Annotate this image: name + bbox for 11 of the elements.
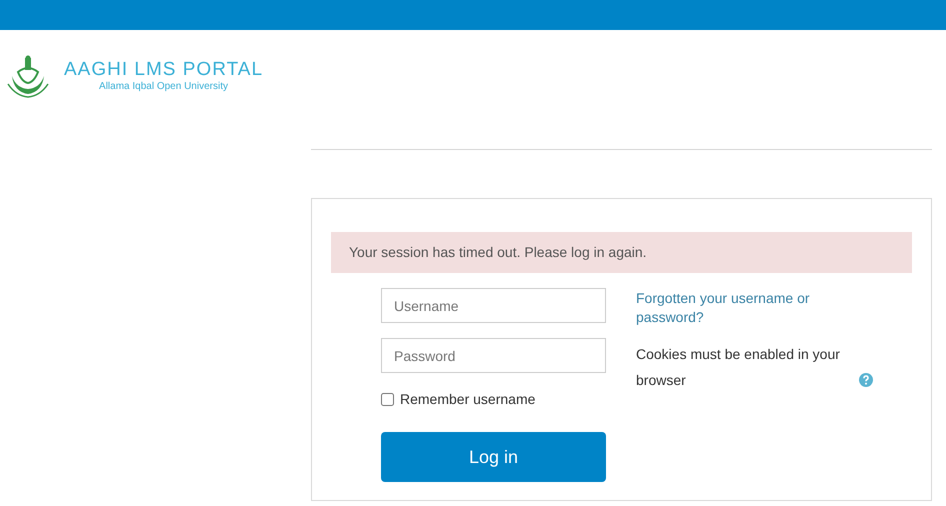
help-icon[interactable] <box>859 373 873 387</box>
university-name: Allama Iqbal Open University <box>99 81 228 93</box>
login-button[interactable]: Log in <box>381 432 606 482</box>
username-field[interactable]: Username <box>381 288 606 323</box>
remember-label: Remember username <box>400 390 536 409</box>
cookies-note: Cookies must be enabled in your browser <box>636 345 841 390</box>
alert-message: Your session has timed out. Please log in again. <box>349 243 647 262</box>
forgot-password-link[interactable]: Forgotten your username or password? <box>636 289 876 327</box>
password-field[interactable]: Password <box>381 338 606 373</box>
remember-checkbox[interactable] <box>381 393 394 406</box>
portal-title: AAGHI LMS PORTAL <box>64 59 264 81</box>
